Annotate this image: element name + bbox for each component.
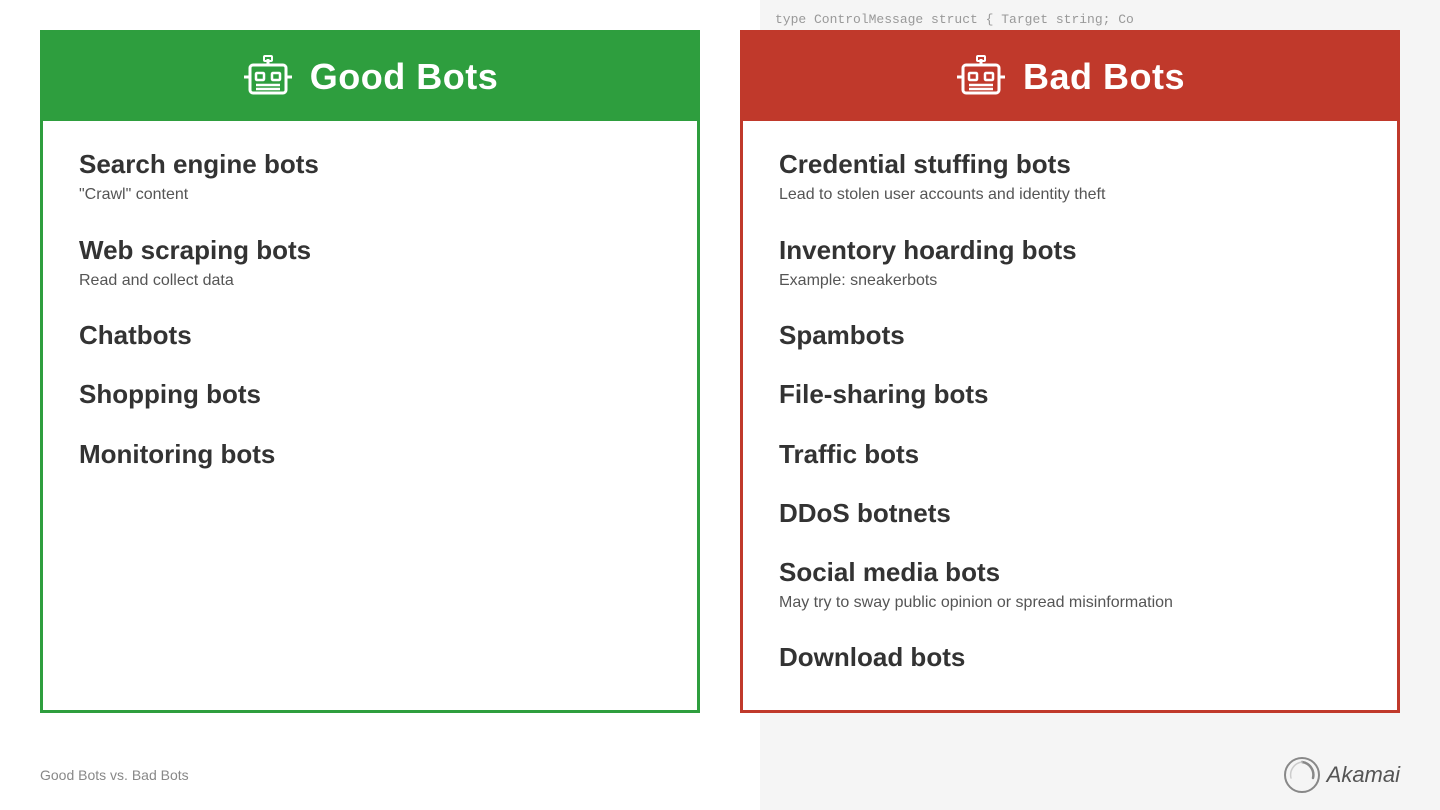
good-bots-title: Good Bots [310,56,498,98]
bot-desc: May try to sway public opinion or spread… [779,592,1361,614]
bot-name: Spambots [779,320,1361,351]
cards-wrapper: Good Bots Search engine bots "Crawl" cont… [40,30,1400,713]
bad-bots-header: Bad Bots [743,33,1397,121]
bot-name: Web scraping bots [79,235,661,266]
list-item: Credential stuffing bots Lead to stolen u… [779,149,1361,207]
bot-name: File-sharing bots [779,379,1361,410]
bad-bots-card: Bad Bots Credential stuffing bots Lead to… [740,30,1400,713]
list-item: Monitoring bots [79,439,661,470]
bot-name: Shopping bots [79,379,661,410]
list-item: Traffic bots [779,439,1361,470]
list-item: Web scraping bots Read and collect data [79,235,661,293]
bot-desc: Read and collect data [79,270,661,292]
list-item: Chatbots [79,320,661,351]
main-container: Good Bots Search engine bots "Crawl" cont… [0,0,1440,810]
bot-name: Monitoring bots [79,439,661,470]
bot-name: Traffic bots [779,439,1361,470]
bot-name: Credential stuffing bots [779,149,1361,180]
bad-bots-title: Bad Bots [1023,56,1185,98]
list-item: Spambots [779,320,1361,351]
good-bots-body: Search engine bots "Crawl" content Web scr… [43,121,697,506]
bot-name: Inventory hoarding bots [779,235,1361,266]
akamai-text: Akamai [1327,762,1400,788]
footer-label: Good Bots vs. Bad Bots [40,767,189,783]
bot-name: Chatbots [79,320,661,351]
list-item: File-sharing bots [779,379,1361,410]
list-item: DDoS botnets [779,498,1361,529]
bot-name: Download bots [779,642,1361,673]
list-item: Social media bots May try to sway public … [779,557,1361,615]
list-item: Inventory hoarding bots Example: sneakerb… [779,235,1361,293]
akamai-logo: Akamai [1283,756,1400,794]
good-bots-card: Good Bots Search engine bots "Crawl" cont… [40,30,700,713]
bot-desc: "Crawl" content [79,184,661,206]
footer: Good Bots vs. Bad Bots Akamai [40,756,1400,794]
good-bots-robot-icon [242,51,294,103]
bot-desc: Example: sneakerbots [779,270,1361,292]
akamai-logo-icon [1283,756,1321,794]
list-item: Search engine bots "Crawl" content [79,149,661,207]
list-item: Download bots [779,642,1361,673]
bad-bots-robot-icon [955,51,1007,103]
bot-desc: Lead to stolen user accounts and identit… [779,184,1361,206]
good-bots-header: Good Bots [43,33,697,121]
bot-name: DDoS botnets [779,498,1361,529]
bot-name: Search engine bots [79,149,661,180]
bad-bots-body: Credential stuffing bots Lead to stolen u… [743,121,1397,710]
bot-name: Social media bots [779,557,1361,588]
list-item: Shopping bots [79,379,661,410]
